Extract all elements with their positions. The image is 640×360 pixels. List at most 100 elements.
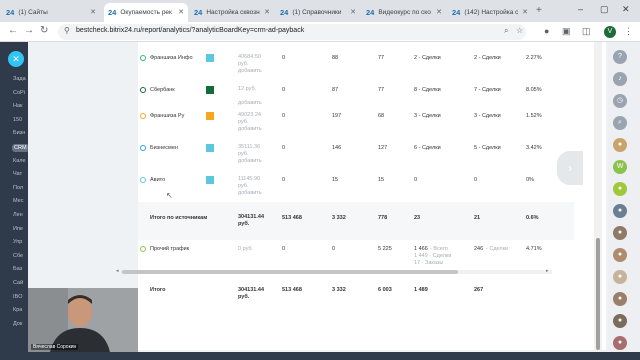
add-cost-link[interactable]: добавить (238, 126, 262, 132)
clock-icon[interactable]: ◷ (613, 94, 627, 108)
close-icon[interactable]: ✕ (264, 8, 270, 16)
address-bar[interactable]: ⚲ bestcheck.bitrix24.ru/report/analytics… (58, 24, 526, 40)
source-name[interactable]: Франшиза Инфо (150, 55, 193, 61)
minimize-icon[interactable]: – (578, 4, 583, 14)
window-close-icon[interactable]: ✕ (622, 4, 630, 15)
won-count[interactable]: 246 (474, 246, 483, 252)
won-count[interactable]: 7 - Сделки (474, 87, 501, 93)
sidebar-item[interactable]: CoPi (13, 90, 25, 96)
sidebar-item[interactable]: CRM (12, 144, 29, 152)
contact-avatar[interactable]: ● (613, 226, 627, 240)
forward-icon[interactable]: → (24, 25, 34, 36)
sidebar-item[interactable]: Лен (13, 212, 23, 218)
close-icon[interactable]: ✕ (90, 8, 96, 16)
won-count[interactable]: 0 (474, 177, 477, 183)
source-name[interactable]: Авито (150, 177, 165, 183)
orders-breakdown: 17 - Заказы (414, 260, 444, 266)
sidebar-item[interactable]: 150 (13, 117, 22, 123)
contact-avatar[interactable]: ● (613, 270, 627, 284)
contact-avatar[interactable]: ● (613, 248, 627, 262)
add-cost-link[interactable]: добавить (238, 100, 262, 106)
source-cost: 49023.24 (238, 112, 261, 118)
help-icon[interactable]: ? (613, 50, 627, 64)
add-cost-link[interactable]: добавить (238, 68, 262, 74)
sidebar-item[interactable]: Баз (13, 266, 22, 272)
star-icon[interactable]: ☆ (516, 26, 523, 35)
deals-count[interactable]: 8 - Сделки (414, 87, 441, 93)
contact-avatar[interactable]: ● (613, 182, 627, 196)
tab-1[interactable]: 24 (1) Сайты ✕ (2, 3, 100, 22)
scroll-thumb[interactable] (596, 238, 600, 350)
metric-3: 127 (378, 145, 388, 151)
source-name[interactable]: Прочий трафик (150, 246, 189, 252)
tab-3[interactable]: 24 Настройка сквозн ✕ (190, 3, 274, 22)
horizontal-scrollbar[interactable]: ◂ ▸ (116, 268, 552, 274)
metric-1: 0 (282, 145, 286, 151)
close-icon[interactable]: ✕ (522, 8, 528, 16)
scroll-left-icon[interactable]: ◂ (116, 268, 119, 274)
tab-5[interactable]: 24 Видеокурс по ско ✕ (362, 3, 446, 22)
sidebar-item[interactable]: Нак (13, 103, 22, 109)
metric-1: 0 (282, 113, 286, 119)
close-slider-icon[interactable]: ✕ (8, 51, 24, 67)
next-arrow-icon[interactable]: › (557, 151, 583, 185)
reload-icon[interactable]: ↻ (40, 25, 48, 36)
contact-avatar[interactable]: ● (613, 204, 627, 218)
sidebar-item[interactable]: Бизн (13, 130, 25, 136)
deals-count[interactable]: 3 - Сделки (414, 113, 441, 119)
sidebar-item[interactable]: Ипе (13, 226, 23, 232)
record-icon[interactable]: ● (544, 26, 549, 36)
sidepanel-icon[interactable]: ◫ (582, 26, 591, 37)
source-name[interactable]: Франшиза Ру (150, 113, 184, 119)
source-name[interactable]: Сбербанк (150, 87, 175, 93)
new-tab-icon[interactable]: + (536, 5, 542, 16)
extensions-icon[interactable]: ▣ (562, 26, 571, 37)
deals-count[interactable]: 1 466 (414, 246, 428, 252)
deals-count[interactable]: 6 - Сделки (414, 145, 441, 151)
close-icon[interactable]: ✕ (350, 8, 356, 16)
search-icon[interactable]: ⌕ (613, 116, 627, 130)
won-count[interactable]: 5 - Сделки (474, 145, 501, 151)
conversion-pct: 8.05% (526, 87, 542, 93)
sidebar-item[interactable]: Сбе (13, 253, 23, 259)
tab-4[interactable]: 24 (1) Справочники ✕ (276, 3, 360, 22)
won-count[interactable]: 2 - Сделки (474, 55, 501, 61)
sidebar-item[interactable]: Сай (13, 280, 23, 286)
scroll-right-icon[interactable]: ▸ (546, 268, 549, 274)
tab-6[interactable]: 24 (142) Настройка с ✕ (448, 3, 532, 22)
won-count[interactable]: 3 - Сделки (474, 113, 501, 119)
tab-2[interactable]: 24 Окупаемость рек ✕ (104, 3, 188, 22)
sidebar-item[interactable]: Зада (13, 76, 26, 82)
sidebar-item[interactable]: Кале (13, 158, 26, 164)
deals-count[interactable]: 0 (414, 177, 417, 183)
total-deals: 23 (414, 215, 421, 221)
sidebar-item[interactable]: Док (13, 321, 22, 327)
sidebar-item[interactable]: Чат (13, 171, 22, 177)
notifications-icon[interactable]: ♪ (613, 72, 627, 86)
profile-avatar[interactable]: V (604, 26, 616, 38)
deals-count[interactable]: 2 - Сделки (414, 55, 441, 61)
add-cost-link[interactable]: добавить (238, 158, 262, 164)
scroll-thumb[interactable] (122, 270, 458, 274)
sidebar-item[interactable]: Мес (13, 198, 23, 204)
menu-icon[interactable]: ⋮ (624, 26, 633, 37)
contact-avatar[interactable]: ● (613, 336, 627, 350)
contact-avatar[interactable]: ● (613, 292, 627, 306)
whatsapp-icon[interactable]: W (613, 160, 627, 174)
back-icon[interactable]: ← (8, 25, 18, 36)
close-icon[interactable]: ✕ (436, 8, 442, 16)
sidebar-item[interactable]: Упр (13, 239, 22, 245)
contact-avatar[interactable]: ● (613, 138, 627, 152)
maximize-icon[interactable]: ▢ (600, 4, 609, 15)
sidebar-item[interactable]: Кра (13, 307, 22, 313)
sidebar-item[interactable]: IBO (13, 294, 22, 300)
source-name[interactable]: Бизнесмен (150, 145, 178, 151)
contact-avatar[interactable]: ● (613, 314, 627, 328)
vertical-scrollbar[interactable] (594, 42, 602, 352)
bitrix24-icon: 24 (108, 8, 117, 17)
sidebar-item[interactable]: Пол (13, 185, 23, 191)
close-icon[interactable]: ✕ (178, 8, 184, 16)
site-info-icon[interactable]: ⚲ (64, 26, 70, 35)
add-cost-link[interactable]: добавить (238, 190, 262, 196)
search-icon[interactable]: ⌕ (504, 26, 508, 36)
